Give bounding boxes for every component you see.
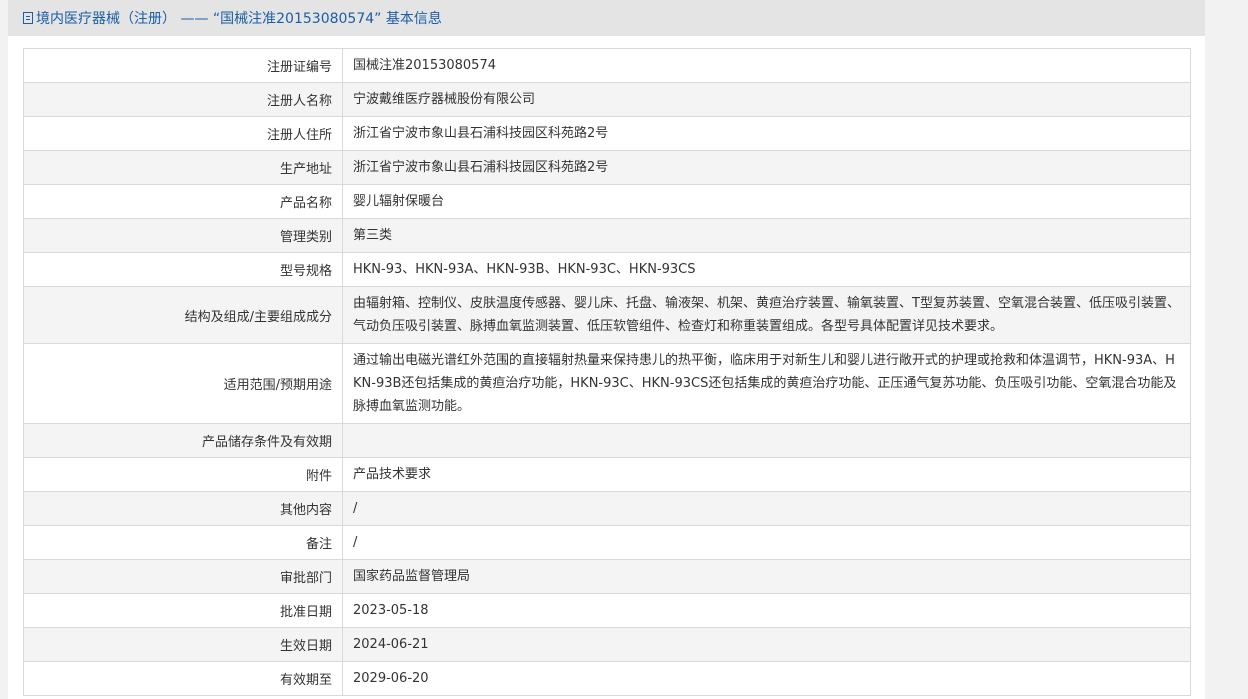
row-value: / (342, 491, 1191, 526)
row-label: 适用范围/预期用途 (23, 343, 343, 424)
row-label: 其他内容 (23, 491, 343, 526)
row-value: 浙江省宁波市象山县石浦科技园区科苑路2号 (342, 150, 1191, 185)
row-value: HKN-93、HKN-93A、HKN-93B、HKN-93C、HKN-93CS (342, 252, 1191, 287)
row-value: 婴儿辐射保暖台 (342, 184, 1191, 219)
table-row: 附件 产品技术要求 (23, 457, 1191, 492)
table-row: 其他内容 / (23, 491, 1191, 526)
row-value: 2024-06-21 (342, 627, 1191, 662)
table-row: 注册人名称 宁波戴维医疗器械股份有限公司 (23, 82, 1191, 117)
row-label: 附件 (23, 457, 343, 492)
row-value: 宁波戴维医疗器械股份有限公司 (342, 82, 1191, 117)
row-label: 审批部门 (23, 559, 343, 594)
row-label: 有效期至 (23, 661, 343, 696)
panel-header: 境内医疗器械（注册） —— “国械注准20153080574” 基本信息 (8, 0, 1205, 36)
row-label: 生效日期 (23, 627, 343, 662)
row-label: 批准日期 (23, 593, 343, 628)
table-row: 生效日期 2024-06-21 (23, 627, 1191, 662)
table-row: 注册证编号 国械注准20153080574 (23, 48, 1191, 83)
table-row: 产品名称 婴儿辐射保暖台 (23, 184, 1191, 219)
table-row: 结构及组成/主要组成成分 由辐射箱、控制仪、皮肤温度传感器、婴儿床、托盘、输液架… (23, 286, 1191, 344)
table-row: 适用范围/预期用途 通过输出电磁光谱红外范围的直接辐射热量来保持患儿的热平衡，临… (23, 343, 1191, 424)
row-value (342, 423, 1191, 458)
row-value: 国家药品监督管理局 (342, 559, 1191, 594)
detail-panel: 境内医疗器械（注册） —— “国械注准20153080574” 基本信息 注册证… (8, 0, 1205, 699)
row-label: 生产地址 (23, 150, 343, 185)
table-row: 审批部门 国家药品监督管理局 (23, 559, 1191, 594)
info-table: 注册证编号 国械注准20153080574 注册人名称 宁波戴维医疗器械股份有限… (23, 48, 1191, 696)
table-row: 产品储存条件及有效期 (23, 423, 1191, 458)
row-label: 管理类别 (23, 218, 343, 253)
row-label: 注册人名称 (23, 82, 343, 117)
row-value: 由辐射箱、控制仪、皮肤温度传感器、婴儿床、托盘、输液架、机架、黄疸治疗装置、输氧… (342, 286, 1191, 344)
row-label: 注册人住所 (23, 116, 343, 151)
table-row: 管理类别 第三类 (23, 218, 1191, 253)
table-row: 有效期至 2029-06-20 (23, 661, 1191, 696)
page-title: 境内医疗器械（注册） —— “国械注准20153080574” 基本信息 (36, 11, 442, 27)
row-value: 浙江省宁波市象山县石浦科技园区科苑路2号 (342, 116, 1191, 151)
table-row: 注册人住所 浙江省宁波市象山县石浦科技园区科苑路2号 (23, 116, 1191, 151)
row-value: 2023-05-18 (342, 593, 1191, 628)
table-row: 型号规格 HKN-93、HKN-93A、HKN-93B、HKN-93C、HKN-… (23, 252, 1191, 287)
row-value: 产品技术要求 (342, 457, 1191, 492)
row-value: 第三类 (342, 218, 1191, 253)
table-row: 备注 / (23, 525, 1191, 560)
row-value: / (342, 525, 1191, 560)
row-label: 产品储存条件及有效期 (23, 423, 343, 458)
document-icon (23, 12, 33, 24)
table-row: 批准日期 2023-05-18 (23, 593, 1191, 628)
row-label: 结构及组成/主要组成成分 (23, 286, 343, 344)
row-value: 通过输出电磁光谱红外范围的直接辐射热量来保持患儿的热平衡，临床用于对新生儿和婴儿… (342, 343, 1191, 424)
row-value: 国械注准20153080574 (342, 48, 1191, 83)
row-value: 2029-06-20 (342, 661, 1191, 696)
table-row: 生产地址 浙江省宁波市象山县石浦科技园区科苑路2号 (23, 150, 1191, 185)
row-label: 型号规格 (23, 252, 343, 287)
row-label: 产品名称 (23, 184, 343, 219)
row-label: 注册证编号 (23, 48, 343, 83)
row-label: 备注 (23, 525, 343, 560)
